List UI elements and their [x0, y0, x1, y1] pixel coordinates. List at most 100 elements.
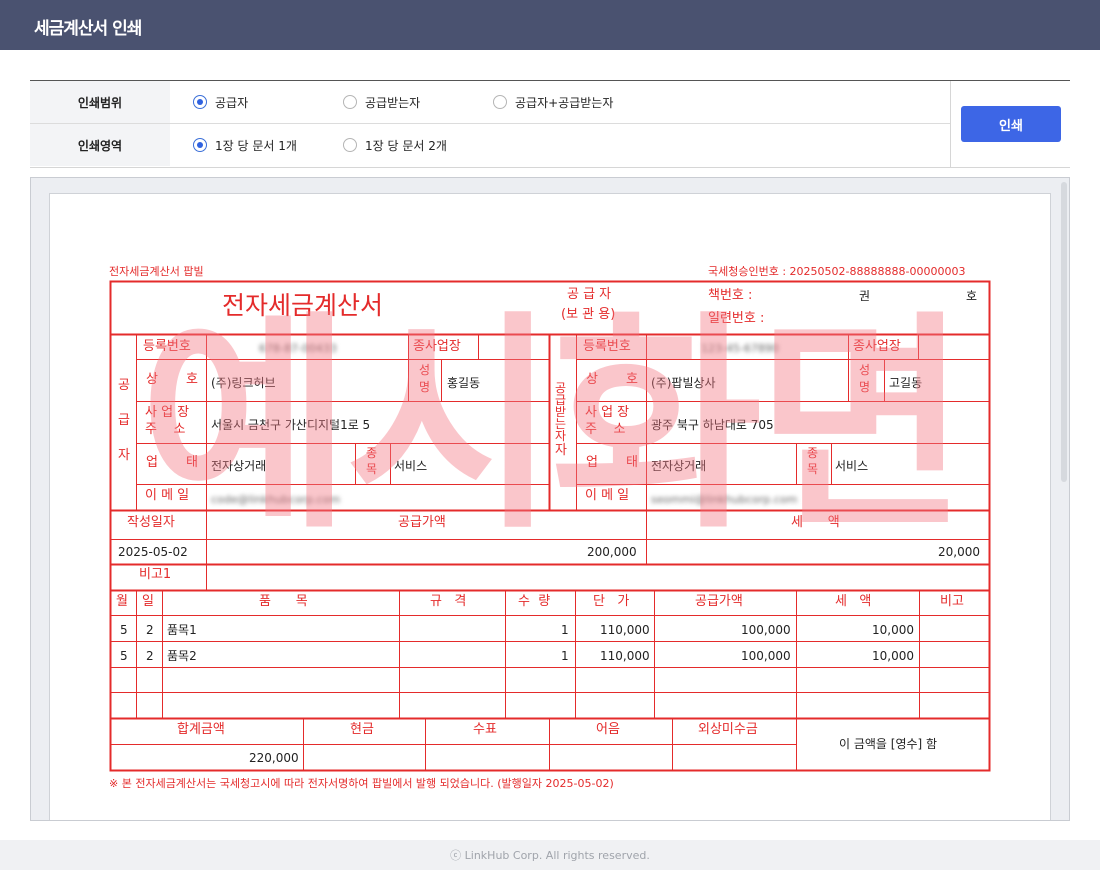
buyer-ceo: 고길동 — [889, 376, 923, 390]
supplier-addr-label-2: 주 소 — [145, 422, 186, 437]
supplier-name-label-1: 상 — [146, 372, 158, 387]
radio-unchecked-icon[interactable] — [343, 95, 357, 109]
buyer-reg-no: 123-45-67890 — [701, 342, 779, 355]
supplier-email: code@linkhubcorp.com — [211, 493, 341, 506]
buyer-biz-type: 전자상거래 — [651, 459, 707, 473]
tax-amount-label: 세 액 — [791, 515, 840, 530]
supply-amount: 200,000 — [587, 545, 637, 559]
item-header-name: 품 목 — [259, 594, 308, 609]
buyer-side-label: 공급받는자 — [555, 381, 567, 443]
item-header-month: 월 — [116, 594, 128, 609]
supplier-reg-no: 678-87-00433 — [259, 342, 337, 355]
credit-label: 외상미수금 — [698, 722, 758, 737]
buyer-email-label: 이 메 일 — [585, 488, 630, 503]
buyer-email: seommi@linkhubcorp.com — [651, 493, 798, 506]
radio-one-per-page[interactable]: 1장 당 문서 1개 — [193, 136, 297, 154]
item-2-price: 110,000 — [600, 649, 650, 663]
item-1-month: 5 — [120, 623, 128, 637]
radio-buyer[interactable]: 공급받는자 — [343, 93, 420, 111]
buyer-addr-label-2: 주 소 — [585, 422, 626, 437]
copy-label-2: (보 관 용) — [561, 307, 616, 322]
print-area-label: 인쇄영역 — [30, 124, 170, 166]
supplier-biz-type: 전자상거래 — [211, 459, 267, 473]
buyer-biz-label-1: 업 — [586, 455, 598, 470]
buyer-branch-label: 종사업장 — [853, 339, 901, 354]
radio-label: 공급자 — [215, 95, 249, 110]
item-2-qty: 1 — [561, 649, 569, 663]
radio-checked-icon[interactable] — [193, 95, 207, 109]
supplier-item-label-2: 목 — [366, 462, 378, 476]
item-2-tax: 10,000 — [872, 649, 914, 663]
issue-footnote: ※ 본 전자세금계산서는 국세청고시에 따라 전자서명하여 팝빌에서 발행 되었… — [109, 777, 614, 790]
supply-amount-label: 공급가액 — [398, 515, 446, 530]
item-header-remark: 비고 — [940, 594, 964, 609]
cash-label: 현금 — [350, 722, 374, 737]
supplier-name-label-2: 호 — [186, 372, 198, 387]
tax-invoice: 전자세금계산서 팝빌 국세청승인번호 : 20250502-88888888-0… — [50, 194, 1050, 820]
book-no: 호 — [966, 289, 978, 303]
invoice-paper: 전자세금계산서 팝빌 국세청승인번호 : 20250502-88888888-0… — [49, 193, 1051, 820]
supplier-ceo: 홍길동 — [447, 376, 481, 390]
write-date: 2025-05-02 — [118, 545, 188, 559]
item-header-price: 단 가 — [593, 594, 630, 609]
page-title: 세금계산서 인쇄 — [34, 19, 142, 39]
item-header-supply: 공급가액 — [695, 594, 743, 609]
buyer-addr-label-1: 사 업 장 — [585, 405, 630, 420]
radio-unchecked-icon[interactable] — [493, 95, 507, 109]
radio-label: 1장 당 문서 2개 — [365, 138, 447, 153]
serial-number-label: 일련번호 : — [708, 311, 765, 326]
buyer-biz-item: 서비스 — [835, 459, 869, 473]
supplier-item-label-1: 종 — [366, 446, 378, 460]
buyer-ceo-label-1: 성 — [859, 363, 871, 377]
item-header-spec: 규 격 — [430, 594, 467, 609]
item-1-tax: 10,000 — [872, 623, 914, 637]
supplier-ceo-label-1: 성 — [419, 363, 431, 377]
supplier-email-label: 이 메 일 — [145, 488, 190, 503]
supplier-address: 서울시 금천구 가산디지털1로 5 — [211, 418, 371, 432]
supplier-biz-label-2: 태 — [186, 455, 198, 470]
buyer-reg-label: 등록번호 — [583, 339, 631, 354]
preview-viewer[interactable]: 전자세금계산서 팝빌 국세청승인번호 : 20250502-88888888-0… — [30, 177, 1070, 821]
item-1-name: 품목1 — [167, 623, 197, 637]
item-2-supply: 100,000 — [741, 649, 791, 663]
supplier-reg-label: 등록번호 — [143, 339, 191, 354]
item-1-price: 110,000 — [600, 623, 650, 637]
radio-supplier[interactable]: 공급자 — [193, 93, 248, 111]
supplier-biz-item: 서비스 — [394, 459, 428, 473]
buyer-side-label-end: 자 — [555, 443, 567, 458]
radio-supplier-and-buyer[interactable]: 공급자+공급받는자 — [493, 93, 613, 111]
radio-label: 1장 당 문서 1개 — [215, 138, 297, 153]
write-date-label: 작성일자 — [127, 515, 175, 530]
radio-label: 공급자+공급받는자 — [515, 95, 614, 110]
print-button[interactable]: 인쇄 — [961, 106, 1061, 142]
buyer-ceo-label-2: 명 — [859, 380, 871, 394]
app-header: 세금계산서 인쇄 — [0, 0, 1100, 50]
radio-unchecked-icon[interactable] — [343, 138, 357, 152]
print-range-label: 인쇄범위 — [30, 81, 170, 123]
supplier-side-label-3: 자 — [118, 448, 130, 463]
buyer-biz-label-2: 태 — [626, 455, 638, 470]
buyer-company: (주)팝빌상사 — [651, 376, 716, 390]
total-amount: 220,000 — [249, 751, 299, 765]
item-2-month: 5 — [120, 649, 128, 663]
item-2-name: 품목2 — [167, 649, 197, 663]
invoice-title: 전자세금계산서 — [222, 291, 384, 320]
item-header-qty: 수 량 — [518, 594, 551, 609]
item-header-tax: 세 액 — [835, 594, 872, 609]
check-label: 수표 — [473, 722, 497, 737]
radio-label: 공급받는자 — [365, 95, 421, 110]
item-1-supply: 100,000 — [741, 623, 791, 637]
supplier-side-label-1: 공 — [118, 378, 130, 393]
supplier-addr-label-1: 사 업 장 — [145, 405, 190, 420]
radio-checked-icon[interactable] — [193, 138, 207, 152]
print-options-panel: 인쇄범위 공급자 공급받는자 공급자+공급받는자 인쇄영역 1장 당 문서 1개… — [30, 80, 1070, 168]
radio-two-per-page[interactable]: 1장 당 문서 2개 — [343, 136, 447, 154]
buyer-item-label-1: 종 — [807, 446, 819, 460]
copyright-footer: ⓒ LinkHub Corp. All rights reserved. — [0, 840, 1100, 870]
remark-label: 비고1 — [139, 567, 172, 582]
buyer-item-label-2: 목 — [807, 462, 819, 476]
item-2-day: 2 — [146, 649, 154, 663]
print-area-row: 인쇄영역 1장 당 문서 1개 1장 당 문서 2개 — [30, 124, 950, 166]
preview-scrollbar[interactable] — [1061, 182, 1067, 482]
book-number-label: 책번호 : — [708, 288, 753, 303]
